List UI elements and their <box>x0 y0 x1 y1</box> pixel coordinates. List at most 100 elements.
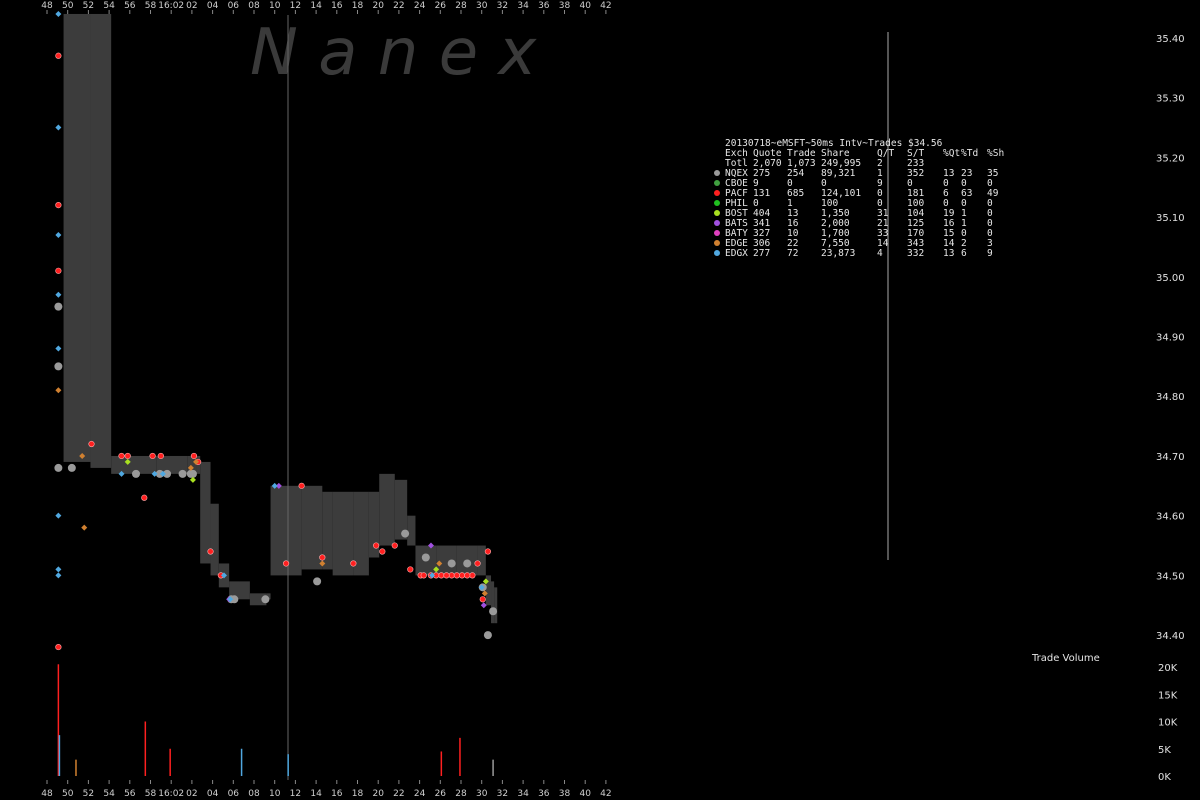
trade-point-pacf <box>157 452 164 460</box>
trade-point-pacf <box>55 202 62 209</box>
trade-point-edgx <box>55 10 62 17</box>
volume-tick-label: 10K <box>1158 718 1178 729</box>
trade-point-nqex <box>489 607 498 616</box>
trade-point-nqex <box>463 559 472 568</box>
trade-point-edge <box>55 387 62 394</box>
x-tick-label-bottom: 12 <box>290 789 301 799</box>
trade-point-pacf <box>464 572 471 579</box>
price-tick-label: 34.40 <box>1156 631 1185 642</box>
x-tick-label-top: 04 <box>207 1 219 11</box>
price-tick-label: 35.20 <box>1156 153 1185 164</box>
x-tick-label-bottom: 36 <box>538 789 550 799</box>
exchange-swatch <box>714 170 720 176</box>
x-tick-label-top: 10 <box>269 1 281 11</box>
exchange-swatch <box>714 190 720 196</box>
x-tick-label-bottom: 42 <box>600 789 611 799</box>
trade-point-pacf <box>443 572 450 579</box>
x-tick-label-bottom: 38 <box>559 789 571 799</box>
x-tick-label-bottom: 22 <box>393 789 404 799</box>
x-axis-bottom: 48 50 52 54 56 58 16:02 02 04 06 08 10 12 14 16 18 20 22 2… <box>41 780 612 799</box>
stats-cell: 6 <box>961 248 967 259</box>
x-tick-label-top: 24 <box>414 1 426 11</box>
x-tick-label-top: 02 <box>186 1 197 11</box>
price-tick-label: 35.30 <box>1156 94 1185 105</box>
stats-cell: EDGX <box>725 248 748 259</box>
watermark: N a n e x <box>250 16 537 90</box>
x-tick-label-bottom: 52 <box>83 789 94 799</box>
nbbo-band-segment <box>477 545 486 576</box>
x-tick-label-top: 32 <box>497 1 508 11</box>
trade-point-nqex <box>54 463 63 472</box>
nbbo-band-segment <box>63 13 91 462</box>
trade-point-pacf <box>207 548 214 555</box>
stats-header-cell: %Sh <box>987 148 1004 159</box>
stats-cell: 332 <box>907 248 924 259</box>
x-tick-label-top: 22 <box>393 1 404 11</box>
trade-point-pacf <box>479 596 486 603</box>
x-axis-top: 48 50 52 54 56 58 16:02 02 04 06 08 10 12 14 16 18 20 22 2… <box>41 1 612 14</box>
x-tick-label-top: 38 <box>559 1 571 11</box>
trade-point-pacf <box>118 452 125 460</box>
trade-point-pacf <box>55 267 62 274</box>
stats-cell: 13 <box>943 248 954 259</box>
exchange-swatch <box>714 210 720 216</box>
nbbo-band-segment <box>111 455 137 474</box>
stats-cell: 277 <box>753 248 770 259</box>
x-tick-label-top: 26 <box>435 1 447 11</box>
x-tick-label-top: 20 <box>372 1 384 11</box>
price-tick-label: 35.40 <box>1156 34 1185 45</box>
trade-point-pacf <box>55 52 62 59</box>
x-tick-label-bottom: 26 <box>435 789 447 799</box>
x-tick-label-bottom: 24 <box>414 789 426 799</box>
x-tick-label-top: 40 <box>579 1 591 11</box>
nbbo-band-segment <box>379 473 395 546</box>
x-tick-label-bottom: 10 <box>269 789 281 799</box>
trade-point-nqex <box>421 553 430 562</box>
nbbo-band-segment <box>491 581 495 624</box>
trade-point-pacf <box>469 572 476 579</box>
exchange-swatch <box>714 180 720 186</box>
x-tick-label-top: 48 <box>41 1 53 11</box>
stats-cell: 72 <box>787 248 798 259</box>
x-tick-label-bottom: 48 <box>41 789 53 799</box>
trade-point-pacf <box>298 482 305 489</box>
stats-cell: 23,873 <box>821 248 855 259</box>
nbbo-band-segment <box>90 13 112 468</box>
trade-point-pacf <box>407 566 414 573</box>
x-tick-label-bottom: 40 <box>579 789 591 799</box>
nbbo-band-segment <box>210 503 219 576</box>
x-tick-label-bottom: 14 <box>310 789 322 799</box>
x-tick-label-top: 50 <box>62 1 74 11</box>
trade-point-pacf <box>141 494 148 501</box>
x-tick-label-bottom: 18 <box>352 789 364 799</box>
x-tick-label-top: 16:02 <box>158 1 184 11</box>
volume-tick-label: 20K <box>1158 663 1178 674</box>
x-tick-label-bottom: 04 <box>207 789 219 799</box>
trade-point-pacf <box>379 548 386 555</box>
x-tick-label-top: 52 <box>83 1 94 11</box>
trade-point-edge <box>81 524 88 531</box>
x-tick-label-top: 54 <box>103 1 115 11</box>
x-tick-label-bottom: 28 <box>455 789 467 799</box>
x-tick-label-top: 30 <box>476 1 488 11</box>
nbbo-band-segment <box>494 587 498 624</box>
exchange-swatch <box>714 220 720 226</box>
trade-point-nqex <box>67 463 76 472</box>
trade-point-edgx <box>55 566 62 573</box>
trade-point-pacf <box>391 542 398 549</box>
stats-header-cell: %Qt <box>943 148 960 159</box>
trade-point-edgx <box>55 572 62 579</box>
stats-table: 20130718~eMSFT~50ms Intv~Trades $34.56Ex… <box>714 138 1004 259</box>
x-tick-label-top: 28 <box>455 1 467 11</box>
exchange-swatch <box>714 230 720 236</box>
x-tick-label-bottom: 08 <box>248 789 260 799</box>
price-tick-label: 34.50 <box>1156 571 1185 582</box>
trade-point-nqex <box>447 559 456 568</box>
trade-point-nqex <box>54 362 63 371</box>
price-tick-label: 34.90 <box>1156 333 1185 344</box>
price-tick-label: 34.70 <box>1156 452 1185 463</box>
x-tick-label-top: 42 <box>600 1 611 11</box>
x-tick-label-bottom: 32 <box>497 789 508 799</box>
exchange-swatch <box>714 240 720 246</box>
trade-point-edgx <box>55 512 62 519</box>
